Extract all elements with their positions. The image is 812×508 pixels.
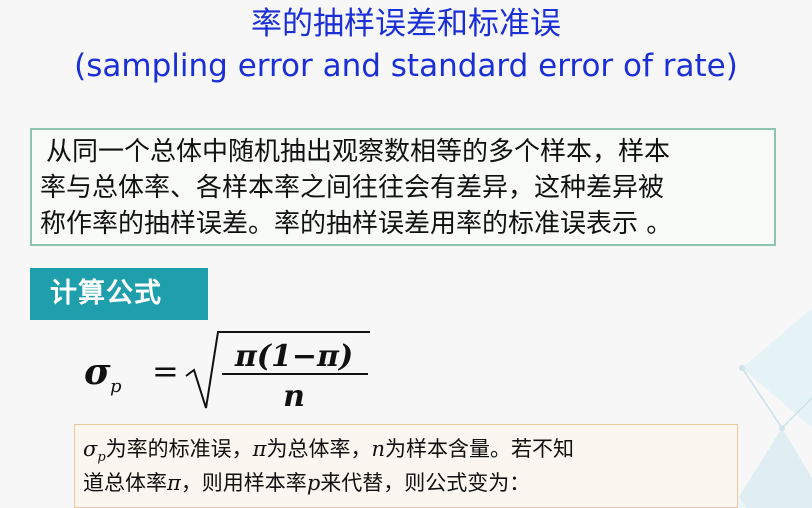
definition-line-2: 率与总体率、各样本率之间往往会有差异，这种差异被 — [40, 173, 665, 203]
definition-line-3: 称作率的抽样误差。率的抽样误差用率的标准误表示 。 — [40, 209, 673, 239]
note-text-3: 为样本含量。若不知 — [385, 437, 575, 461]
note-text-2: 为总体率， — [266, 437, 372, 461]
definition-line-1: 从同一个总体中随机抽出观察数相等的多个样本，样本 — [46, 137, 671, 167]
formula-equals: = — [152, 352, 179, 390]
formula-section-badge: 计算公式 — [30, 268, 208, 320]
note-text-4: 道总体率 — [83, 471, 167, 495]
slide-subtitle: (sampling error and standard error of ra… — [74, 48, 738, 84]
sigma-symbol: σ — [83, 437, 98, 461]
definition-box: 从同一个总体中随机抽出观察数相等的多个样本，样本 率与总体率、各样本率之间往往会… — [30, 128, 776, 246]
formula-lhs: σ — [84, 351, 111, 393]
pi-symbol: π — [252, 437, 267, 461]
formula-numerator: π(1−π) — [234, 339, 353, 374]
note-box: σp为率的标准误，π为总体率，n为样本含量。若不知 道总体率π，则用样本率p来代… — [74, 424, 738, 508]
p-symbol: p — [306, 471, 321, 495]
sigma-subscript: p — [97, 450, 106, 466]
note-line-2: 道总体率π，则用样本率p来代替，则公式变为： — [83, 469, 530, 497]
formula-denominator: n — [283, 379, 305, 414]
slide-title: 率的抽样误差和标准误 — [251, 6, 561, 42]
n-symbol: n — [371, 437, 386, 461]
pi-symbol-2: π — [167, 471, 181, 495]
note-text-6: 来代替，则公式变为： — [320, 471, 531, 495]
note-text-5: ，则用样本率 — [180, 471, 307, 495]
note-line-1: σp为率的标准误，π为总体率，n为样本含量。若不知 — [83, 435, 574, 472]
standard-error-formula: σ p = π(1−π) n — [84, 331, 370, 414]
formula-lhs-subscript: p — [110, 376, 122, 397]
note-text-1: 为率的标准误， — [105, 437, 253, 461]
